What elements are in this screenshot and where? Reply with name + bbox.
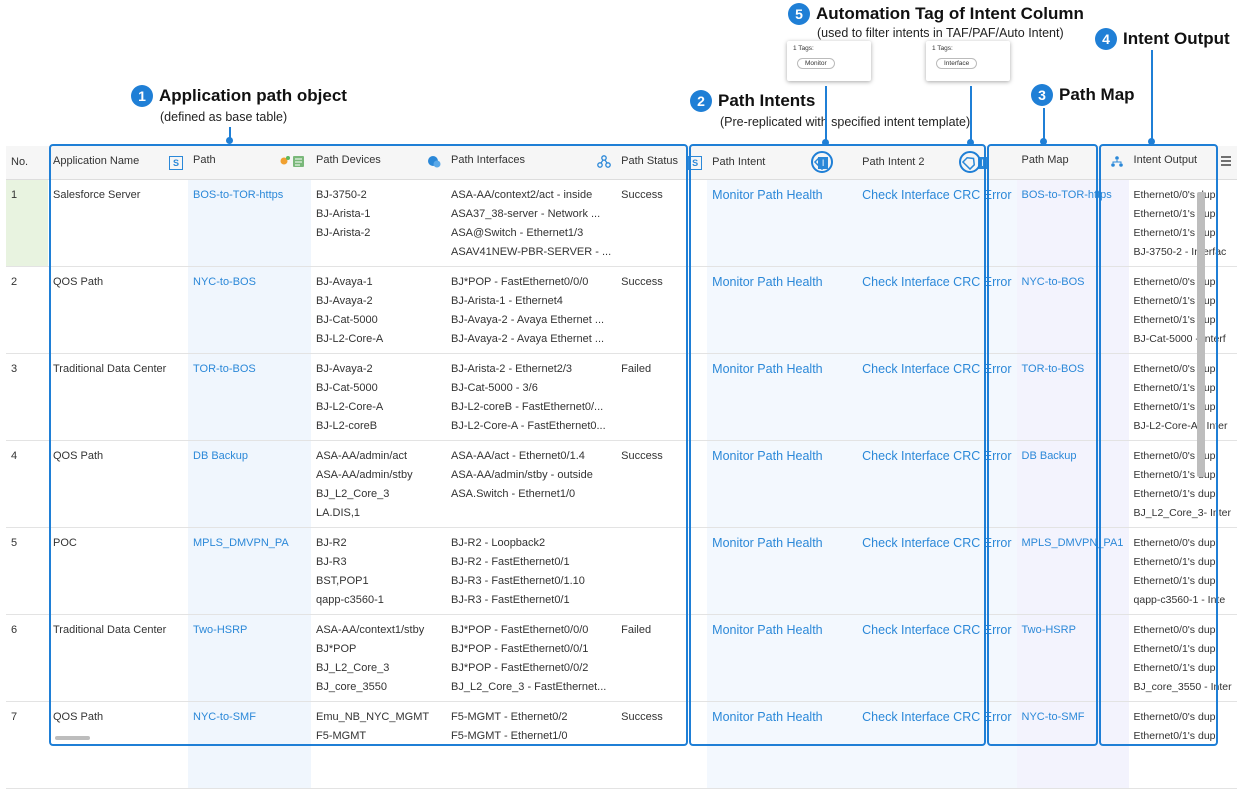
column-header-no[interactable]: No. — [6, 146, 48, 180]
row-number: 2 — [6, 266, 48, 354]
callout-number: 2 — [690, 90, 712, 112]
callout-number: 3 — [1031, 84, 1053, 106]
callout-path-intents: 2 Path Intents — [690, 90, 815, 112]
row-number: 6 — [6, 614, 48, 702]
callout-title: Path Intents — [718, 91, 816, 110]
row-number: 7 — [6, 701, 48, 789]
callout-title: Intent Output — [1123, 29, 1230, 48]
connector-line — [825, 86, 827, 146]
highlight-application-path-object — [49, 144, 688, 746]
horizontal-scrollbar[interactable] — [55, 736, 90, 740]
callout-path-map: 3 Path Map — [1031, 84, 1135, 106]
connector-line — [1151, 50, 1153, 145]
row-number: 4 — [6, 440, 48, 528]
callout-intent-output: 4 Intent Output — [1095, 28, 1230, 50]
tag-popup-monitor: 1 Tags: Monitor — [787, 41, 871, 81]
callout-automation-tag: 5 Automation Tag of Intent Column — [788, 3, 1084, 25]
callout-application-path-object: 1 Application path object — [131, 85, 347, 107]
row-number: 1 — [6, 179, 48, 267]
row-number: 5 — [6, 527, 48, 615]
row-number: 3 — [6, 353, 48, 441]
callout-number: 5 — [788, 3, 810, 25]
scrollbar-thumb[interactable] — [1197, 192, 1205, 477]
highlight-path-map — [987, 144, 1098, 746]
callout-title: Application path object — [159, 86, 347, 105]
vertical-scrollbar[interactable] — [1196, 179, 1206, 739]
tag-popup-title: 1 Tags: — [932, 45, 953, 52]
callout-number: 1 — [131, 85, 153, 107]
tag-chip[interactable]: Interface — [936, 58, 978, 69]
connector-dot — [226, 137, 233, 144]
tag-chip[interactable]: Monitor — [797, 58, 835, 69]
column-header-label: No. — [11, 156, 29, 169]
menu-icon[interactable] — [1220, 155, 1232, 170]
callout-subtitle: (defined as base table) — [160, 110, 288, 124]
callout-title: Path Map — [1059, 85, 1135, 104]
tag-popup-title: 1 Tags: — [793, 45, 814, 52]
highlight-path-intents — [689, 144, 986, 746]
callout-title: Automation Tag of Intent Column — [816, 4, 1084, 23]
callout-subtitle: (used to filter intents in TAF/PAF/Auto … — [817, 26, 1064, 40]
tag-popup-interface: 1 Tags: Interface — [926, 41, 1010, 81]
connector-line — [970, 86, 972, 146]
callout-number: 4 — [1095, 28, 1117, 50]
callout-subtitle: (Pre-replicated with specified intent te… — [720, 115, 971, 129]
